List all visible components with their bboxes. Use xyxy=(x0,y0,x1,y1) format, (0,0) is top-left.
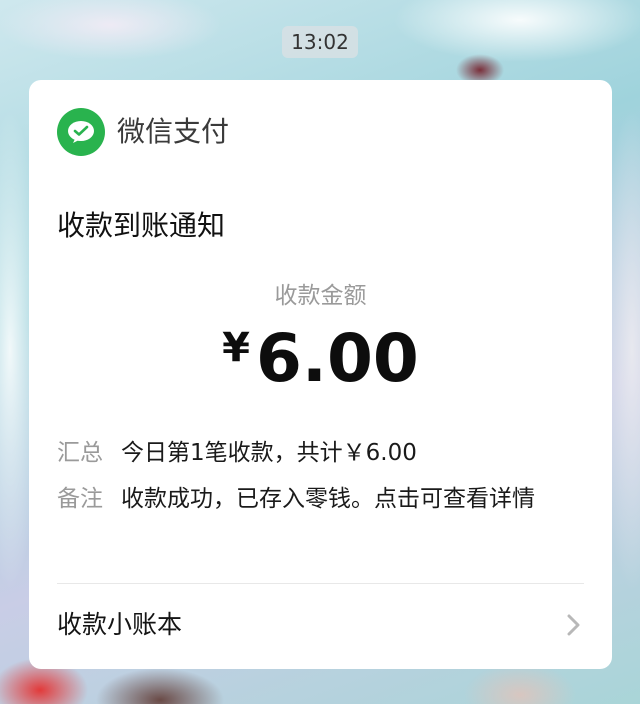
amount-value: 6.00 xyxy=(256,320,419,397)
chevron-right-icon[interactable] xyxy=(564,610,584,640)
detail-row-remark: 备注 收款成功，已存入零钱。点击可查看详情 xyxy=(57,482,587,550)
timestamp-pill: 13:02 xyxy=(282,26,358,58)
receipt-ledger-link[interactable]: 收款小账本 xyxy=(57,606,182,644)
detail-row-summary: 汇总 今日第1笔收款，共计￥6.00 xyxy=(57,436,587,470)
notification-card[interactable]: 微信支付 收款到账通知 收款金额 ¥6.00 汇总 今日第1笔收款，共计￥6.0… xyxy=(29,80,612,669)
amount-display: ¥6.00 xyxy=(29,306,612,401)
detail-value: 今日第1笔收款，共计￥6.00 xyxy=(121,440,417,466)
notification-title: 收款到账通知 xyxy=(57,209,226,242)
detail-key: 汇总 xyxy=(57,440,103,466)
currency-symbol: ¥ xyxy=(222,325,250,371)
detail-key: 备注 xyxy=(57,486,103,512)
app-name: 微信支付 xyxy=(117,115,230,148)
detail-value: 收款成功，已存入零钱。点击可查看详情 xyxy=(121,486,535,512)
divider xyxy=(57,583,584,584)
wechat-pay-icon xyxy=(57,108,105,156)
